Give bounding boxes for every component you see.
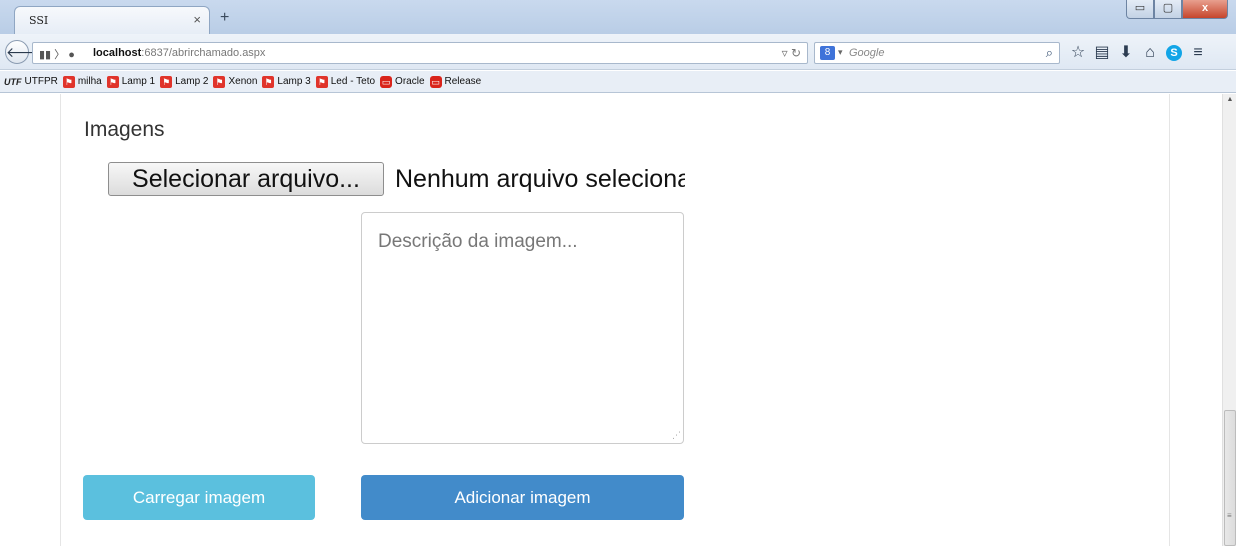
file-status-text: Nenhum arquivo selecionado. [395, 165, 685, 193]
utfpr-icon: UTF [4, 76, 22, 87]
vertical-scrollbar[interactable]: ▲ ≡ [1222, 94, 1236, 546]
bookmark-milha[interactable]: ⚑ milha [62, 75, 102, 88]
url-actions: ▿ ↻ [782, 46, 801, 60]
title-bar: SSI × + ▭ ▢ x [0, 0, 1236, 34]
oracle-icon: ▭ [380, 75, 393, 88]
bookmark-release[interactable]: ▭ Release [429, 75, 482, 88]
identity-icons: ▮▮ 〉 ● [39, 49, 75, 61]
bookmark-icon: ⚑ [160, 75, 173, 88]
thumb-grip-icon: ≡ [1227, 511, 1232, 520]
bookmark-lamp3[interactable]: ⚑ Lamp 3 [262, 75, 311, 88]
search-bar[interactable]: 8 ▾ Google ⌕ [814, 42, 1060, 64]
choose-file-button[interactable]: Selecionar arquivo... [108, 162, 384, 196]
bookmark-icon: ⚑ [315, 75, 328, 88]
bookmark-xenon[interactable]: ⚑ Xenon [213, 75, 258, 88]
navigation-toolbar: 🡐 ▮▮ 〉 ● localhost:6837/abrirchamado.asp… [0, 34, 1236, 70]
scroll-up-icon[interactable]: ▲ [1223, 96, 1236, 108]
page-content: Imagens Selecionar arquivo... Nenhum arq… [0, 94, 1222, 546]
bookmark-icon: ⚑ [262, 75, 275, 88]
container-border-left [60, 94, 61, 546]
scrollbar-thumb[interactable]: ≡ [1224, 410, 1236, 546]
download-icon[interactable]: ⬇ [1114, 42, 1138, 64]
window-controls: ▭ ▢ x [1126, 0, 1228, 19]
tab-title: SSI [29, 14, 49, 27]
url-text: localhost:6837/abrirchamado.aspx [93, 47, 265, 59]
bookmark-oracle[interactable]: ▭ Oracle [380, 75, 425, 88]
bookmarks-bar: UTF UTFPR ⚑ milha ⚑ Lamp 1 ⚑ Lamp 2 ⚑ Xenon ⚑… [0, 71, 1236, 93]
reading-list-icon[interactable]: ▤ [1090, 42, 1114, 64]
reload-icon[interactable]: ↻ [791, 46, 801, 60]
menu-icon[interactable]: ≡ [1186, 42, 1210, 64]
home-icon[interactable]: ⌂ [1138, 42, 1162, 64]
url-host: localhost [93, 47, 142, 59]
tab-close-icon[interactable]: × [193, 12, 201, 27]
bookmark-label: Led - Teto [330, 76, 376, 87]
bookmark-label: Lamp 3 [277, 76, 311, 87]
search-placeholder: Google [849, 47, 885, 59]
resize-grip-icon[interactable]: ⋰ [672, 430, 681, 441]
bookmark-lamp2[interactable]: ⚑ Lamp 2 [160, 75, 209, 88]
google-engine-icon[interactable]: 8 [820, 46, 835, 60]
bookmark-label: Xenon [228, 76, 258, 87]
search-icon[interactable]: ⌕ [1046, 45, 1053, 61]
bookmark-utfpr[interactable]: UTF UTFPR [4, 76, 58, 88]
toolbar-icons: ☆ ▤ ⬇ ⌂ S ≡ [1066, 42, 1210, 64]
bookmark-label: Release [444, 76, 482, 87]
bookmark-label: Lamp 2 [175, 76, 209, 87]
oracle-icon: ▭ [429, 75, 442, 88]
bookmark-icon: ⚑ [213, 75, 226, 88]
engine-dropdown-icon[interactable]: ▾ [838, 47, 843, 58]
globe-icon: ● [68, 49, 75, 61]
skype-icon[interactable]: S [1162, 42, 1186, 64]
dropdown-icon[interactable]: ▿ [782, 46, 788, 60]
bookmark-label: milha [77, 76, 102, 87]
bookmark-label: UTFPR [24, 76, 58, 87]
container-border-right [1169, 94, 1170, 546]
load-image-button[interactable]: Carregar imagem [83, 475, 315, 520]
maximize-button[interactable]: ▢ [1154, 0, 1182, 19]
url-path: :6837/abrirchamado.aspx [141, 47, 266, 59]
image-description-textarea[interactable]: Descrição da imagem... ⋰ [361, 212, 684, 444]
minimize-button[interactable]: ▭ [1126, 0, 1154, 19]
back-button[interactable]: 🡐 [5, 40, 44, 64]
close-window-button[interactable]: x [1182, 0, 1228, 19]
bookmark-led-teto[interactable]: ⚑ Led - Teto [315, 75, 376, 88]
section-title: Imagens [84, 118, 165, 141]
bookmark-label: Oracle [395, 76, 425, 87]
star-icon[interactable]: ☆ [1066, 42, 1090, 64]
url-bar[interactable]: ▮▮ 〉 ● localhost:6837/abrirchamado.aspx … [32, 42, 808, 64]
new-tab-icon[interactable]: + [220, 9, 229, 27]
bookmark-lamp1[interactable]: ⚑ Lamp 1 [106, 75, 156, 88]
bookmark-icon: ⚑ [106, 75, 119, 88]
bookmark-icon: ⚑ [62, 75, 75, 88]
browser-tab[interactable]: SSI × [14, 6, 210, 34]
add-image-button[interactable]: Adicionar imagem [361, 475, 684, 520]
bookmark-label: Lamp 1 [121, 76, 156, 87]
description-placeholder: Descrição da imagem... [378, 231, 578, 252]
